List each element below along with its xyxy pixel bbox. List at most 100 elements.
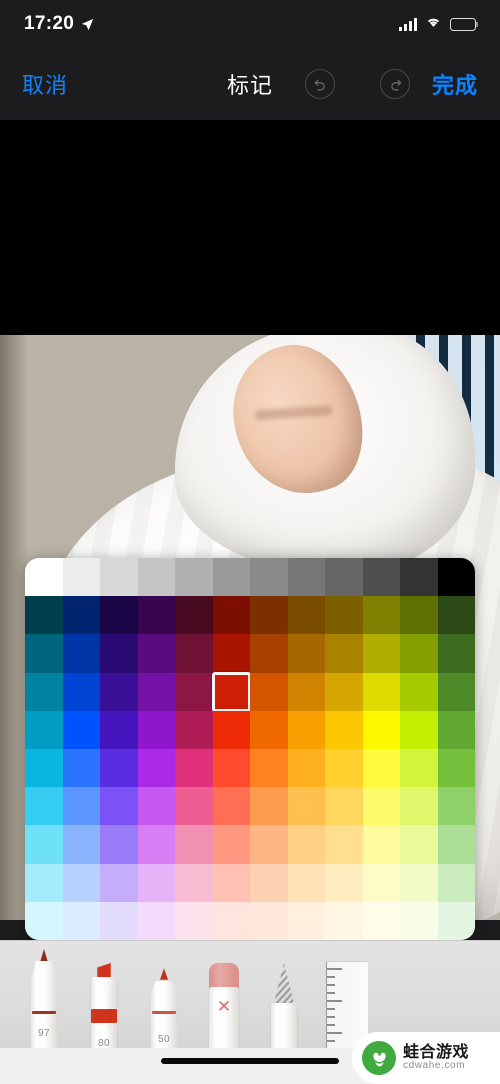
marker-tool[interactable]: 50 bbox=[134, 941, 194, 1048]
color-swatch[interactable] bbox=[287, 825, 325, 864]
color-swatch-grid[interactable] bbox=[25, 558, 475, 940]
color-swatch[interactable] bbox=[137, 634, 175, 673]
color-swatch[interactable] bbox=[400, 672, 438, 711]
color-swatch[interactable] bbox=[25, 863, 63, 902]
color-swatch[interactable] bbox=[250, 787, 288, 826]
color-swatch[interactable] bbox=[175, 787, 213, 826]
color-swatch[interactable] bbox=[287, 787, 325, 826]
color-swatch[interactable] bbox=[250, 558, 288, 597]
color-swatch[interactable] bbox=[25, 672, 63, 711]
color-swatch[interactable] bbox=[325, 787, 363, 826]
color-swatch[interactable] bbox=[325, 710, 363, 749]
color-swatch[interactable] bbox=[175, 710, 213, 749]
color-swatch[interactable] bbox=[362, 672, 400, 711]
color-swatch[interactable] bbox=[250, 825, 288, 864]
color-swatch[interactable] bbox=[100, 672, 138, 711]
color-swatch[interactable] bbox=[287, 634, 325, 673]
color-swatch[interactable] bbox=[212, 634, 250, 673]
color-swatch[interactable] bbox=[175, 596, 213, 635]
color-swatch[interactable] bbox=[437, 825, 475, 864]
undo-button[interactable] bbox=[305, 69, 335, 99]
color-swatch[interactable] bbox=[212, 863, 250, 902]
color-swatch[interactable] bbox=[212, 558, 250, 597]
color-swatch[interactable] bbox=[100, 787, 138, 826]
color-swatch[interactable] bbox=[62, 787, 100, 826]
color-swatch[interactable] bbox=[400, 901, 438, 940]
color-swatch[interactable] bbox=[400, 787, 438, 826]
color-swatch[interactable] bbox=[325, 863, 363, 902]
color-swatch[interactable] bbox=[437, 634, 475, 673]
color-swatch[interactable] bbox=[100, 863, 138, 902]
cancel-button[interactable]: 取消 bbox=[22, 68, 68, 100]
color-swatch[interactable] bbox=[100, 558, 138, 597]
color-swatch[interactable] bbox=[250, 748, 288, 788]
color-swatch[interactable] bbox=[325, 634, 363, 673]
color-swatch[interactable] bbox=[100, 634, 138, 673]
color-swatch[interactable] bbox=[175, 825, 213, 864]
color-swatch[interactable] bbox=[250, 901, 288, 940]
color-swatch[interactable] bbox=[137, 863, 175, 902]
color-swatch[interactable] bbox=[437, 596, 475, 635]
color-swatch[interactable] bbox=[362, 825, 400, 864]
color-swatch[interactable] bbox=[437, 558, 475, 597]
color-swatch[interactable] bbox=[62, 596, 100, 635]
color-swatch[interactable] bbox=[62, 710, 100, 749]
done-button[interactable]: 完成 bbox=[432, 68, 478, 100]
color-swatch[interactable] bbox=[100, 825, 138, 864]
color-swatch[interactable] bbox=[211, 671, 251, 712]
color-swatch[interactable] bbox=[212, 901, 250, 940]
color-swatch[interactable] bbox=[25, 558, 63, 597]
color-swatch[interactable] bbox=[137, 787, 175, 826]
color-swatch[interactable] bbox=[250, 863, 288, 902]
color-swatch[interactable] bbox=[325, 672, 363, 711]
color-swatch[interactable] bbox=[287, 901, 325, 940]
color-swatch[interactable] bbox=[137, 825, 175, 864]
color-swatch[interactable] bbox=[175, 901, 213, 940]
color-swatch[interactable] bbox=[137, 710, 175, 749]
color-swatch[interactable] bbox=[175, 558, 213, 597]
color-swatch[interactable] bbox=[62, 863, 100, 902]
color-swatch[interactable] bbox=[137, 596, 175, 635]
color-swatch[interactable] bbox=[362, 748, 400, 788]
color-swatch[interactable] bbox=[25, 748, 63, 788]
color-swatch[interactable] bbox=[437, 863, 475, 902]
color-swatch[interactable] bbox=[437, 901, 475, 940]
lasso-tool[interactable] bbox=[254, 941, 314, 1048]
color-swatch[interactable] bbox=[362, 710, 400, 749]
home-indicator[interactable] bbox=[161, 1058, 339, 1064]
color-swatch[interactable] bbox=[362, 863, 400, 902]
color-swatch[interactable] bbox=[437, 748, 475, 788]
pen-tool[interactable]: 97 bbox=[14, 941, 74, 1048]
color-swatch[interactable] bbox=[175, 863, 213, 902]
color-swatch[interactable] bbox=[137, 901, 175, 940]
color-swatch[interactable] bbox=[62, 634, 100, 673]
color-swatch[interactable] bbox=[100, 748, 138, 788]
color-swatch[interactable] bbox=[325, 825, 363, 864]
color-swatch[interactable] bbox=[62, 901, 100, 940]
color-swatch[interactable] bbox=[287, 558, 325, 597]
color-swatch[interactable] bbox=[400, 558, 438, 597]
color-palette-popover[interactable] bbox=[25, 558, 475, 940]
color-swatch[interactable] bbox=[362, 634, 400, 673]
color-swatch[interactable] bbox=[250, 672, 288, 711]
color-swatch[interactable] bbox=[100, 710, 138, 749]
redo-button[interactable] bbox=[380, 69, 410, 99]
color-swatch[interactable] bbox=[325, 901, 363, 940]
color-swatch[interactable] bbox=[175, 672, 213, 711]
color-swatch[interactable] bbox=[212, 596, 250, 635]
color-swatch[interactable] bbox=[400, 748, 438, 788]
color-swatch[interactable] bbox=[437, 710, 475, 749]
color-swatch[interactable] bbox=[250, 710, 288, 749]
color-swatch[interactable] bbox=[62, 825, 100, 864]
color-swatch[interactable] bbox=[25, 710, 63, 749]
color-swatch[interactable] bbox=[362, 558, 400, 597]
color-swatch[interactable] bbox=[325, 596, 363, 635]
color-swatch[interactable] bbox=[25, 596, 63, 635]
color-swatch[interactable] bbox=[175, 634, 213, 673]
color-swatch[interactable] bbox=[137, 558, 175, 597]
color-swatch[interactable] bbox=[362, 901, 400, 940]
eraser-tool[interactable]: ✕ bbox=[194, 941, 254, 1048]
color-swatch[interactable] bbox=[400, 596, 438, 635]
color-swatch[interactable] bbox=[25, 825, 63, 864]
color-swatch[interactable] bbox=[287, 672, 325, 711]
